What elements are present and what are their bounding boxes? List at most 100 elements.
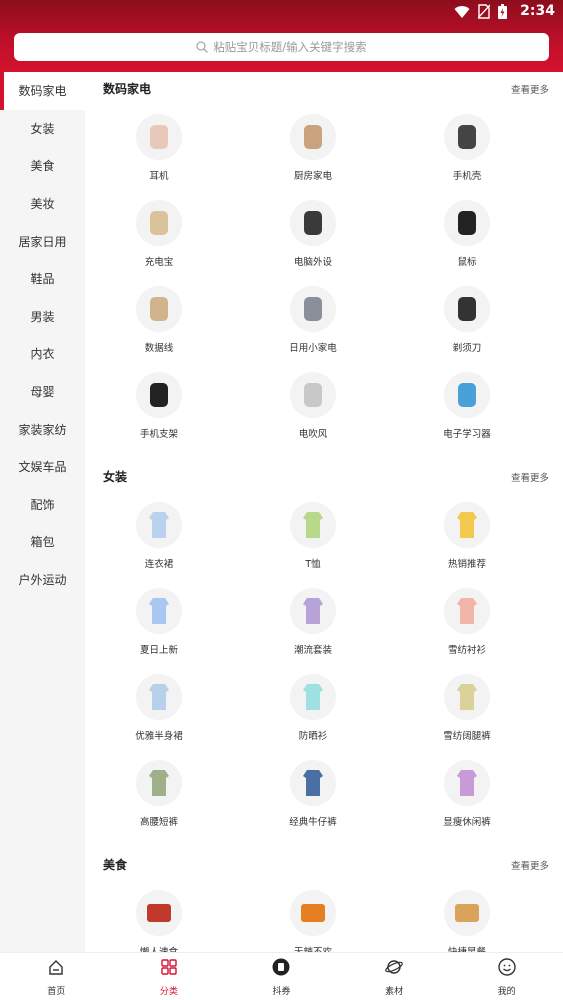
sidebar-item-label: 家装家纺 (18, 422, 67, 437)
category-icon (159, 957, 179, 981)
sidebar-item[interactable]: 美食 (0, 147, 85, 185)
category-item[interactable]: 潮流套装 (253, 588, 373, 656)
planet-icon (384, 957, 404, 981)
tab-label: 首页 (47, 986, 66, 997)
product-image (444, 286, 490, 332)
profile-icon (497, 957, 517, 981)
category-item[interactable]: 夏日上新 (99, 588, 219, 656)
sidebar-item[interactable]: 男装 (0, 298, 85, 336)
sidebar-item[interactable]: 文娱车品 (0, 448, 85, 486)
category-item[interactable]: 手机支架 (99, 372, 219, 440)
category-item-label: 手机壳 (452, 171, 482, 182)
status-icons (454, 4, 507, 23)
category-item-label: 雪纺衬衫 (447, 645, 486, 656)
sidebar-item-label: 配饰 (30, 497, 55, 512)
category-item[interactable]: 防晒衫 (253, 674, 373, 742)
category-item[interactable]: 日用小家电 (253, 286, 373, 354)
status-time: 2:34 (520, 3, 555, 19)
sidebar-item-label: 内衣 (30, 347, 55, 362)
coupon-icon (271, 957, 291, 981)
category-item[interactable]: 电吹风 (253, 372, 373, 440)
section-title: 数码家电 (103, 82, 152, 96)
product-image (290, 372, 336, 418)
category-item[interactable]: 耳机 (99, 114, 219, 182)
category-item[interactable]: 无辣不欢 (253, 890, 373, 952)
tab-coupon[interactable]: 抖券 (225, 953, 338, 1000)
product-image (136, 760, 182, 806)
category-item[interactable]: 充电宝 (99, 200, 219, 268)
search-placeholder: 粘贴宝贝标题/输入关键字搜索 (213, 40, 367, 54)
section-title: 女装 (103, 470, 128, 484)
category-item[interactable]: 高腰短裤 (99, 760, 219, 828)
section-header: 女装 查看更多 (103, 468, 549, 485)
category-item[interactable]: 热销推荐 (407, 502, 527, 570)
sidebar-item[interactable]: 鞋品 (0, 260, 85, 298)
category-item[interactable]: 电子学习器 (407, 372, 527, 440)
category-item[interactable]: 经典牛仔裤 (253, 760, 373, 828)
category-item-label: 雪纺阔腿裤 (443, 731, 491, 742)
category-item-label: 剃须刀 (452, 343, 482, 354)
sidebar-item[interactable]: 女装 (0, 110, 85, 148)
category-item-label: 夏日上新 (139, 645, 178, 656)
category-item[interactable]: 手机壳 (407, 114, 527, 182)
sidebar-item[interactable]: 内衣 (0, 335, 85, 373)
category-item[interactable]: 电脑外设 (253, 200, 373, 268)
product-image (290, 114, 336, 160)
category-item[interactable]: 厨房家电 (253, 114, 373, 182)
search-input[interactable]: 粘贴宝贝标题/输入关键字搜索 (14, 33, 549, 61)
view-more-link[interactable]: 查看更多 (511, 470, 549, 484)
product-image (136, 588, 182, 634)
tab-category[interactable]: 分类 (113, 953, 226, 1000)
category-item[interactable]: 雪纺衬衫 (407, 588, 527, 656)
category-item[interactable]: 数据线 (99, 286, 219, 354)
sidebar-item[interactable]: 美妆 (0, 185, 85, 223)
category-item-label: 充电宝 (144, 257, 174, 268)
product-image (136, 890, 182, 936)
category-item[interactable]: 剃须刀 (407, 286, 527, 354)
category-item[interactable]: 优雅半身裙 (99, 674, 219, 742)
category-item-label: 鼠标 (457, 257, 477, 268)
tab-home[interactable]: 首页 (0, 953, 113, 1000)
sidebar-item[interactable]: 家装家纺 (0, 410, 85, 448)
category-item[interactable]: 显瘦休闲裤 (407, 760, 527, 828)
category-item-label: 高腰短裤 (139, 817, 178, 828)
category-item[interactable]: 连衣裙 (99, 502, 219, 570)
tab-material[interactable]: 素材 (338, 953, 451, 1000)
product-image (444, 674, 490, 720)
category-item-label: 优雅半身裙 (135, 731, 183, 742)
category-item[interactable]: T恤 (253, 502, 373, 570)
product-image (290, 760, 336, 806)
product-image (136, 502, 182, 548)
sidebar-item[interactable]: 居家日用 (0, 222, 85, 260)
category-item-label: 显瘦休闲裤 (443, 817, 491, 828)
sidebar-item-label: 母婴 (30, 385, 55, 400)
sidebar-item[interactable]: 箱包 (0, 523, 85, 561)
tab-label: 素材 (385, 986, 404, 997)
category-item-label: 无辣不欢 (294, 944, 332, 952)
category-item-label: 厨房家电 (293, 171, 332, 182)
product-image (290, 674, 336, 720)
category-item-label: 懒人速食 (140, 944, 178, 952)
sidebar-item-label: 美妆 (30, 197, 55, 212)
sidebar-item[interactable]: 户外运动 (0, 561, 85, 599)
sidebar-item-label: 户外运动 (18, 573, 67, 588)
category-item[interactable]: 雪纺阔腿裤 (407, 674, 527, 742)
sidebar-item[interactable]: 配饰 (0, 486, 85, 524)
category-item[interactable]: 快捷早餐 (407, 890, 527, 952)
product-image (290, 890, 336, 936)
product-image (444, 890, 490, 936)
sidebar-item-label: 居家日用 (18, 234, 67, 249)
category-item[interactable]: 鼠标 (407, 200, 527, 268)
view-more-link[interactable]: 查看更多 (511, 82, 549, 96)
product-image (444, 502, 490, 548)
view-more-link[interactable]: 查看更多 (511, 858, 549, 872)
category-item-label: 电子学习器 (443, 429, 491, 440)
category-item-label: 潮流套装 (293, 645, 332, 656)
tab-mine[interactable]: 我的 (450, 953, 563, 1000)
no-sim-icon (477, 4, 491, 23)
sidebar-item-label: 鞋品 (30, 272, 55, 287)
sidebar-item[interactable]: 数码家电 (0, 72, 85, 110)
category-item[interactable]: 懒人速食 (99, 890, 219, 952)
product-image (444, 372, 490, 418)
sidebar-item[interactable]: 母婴 (0, 373, 85, 411)
